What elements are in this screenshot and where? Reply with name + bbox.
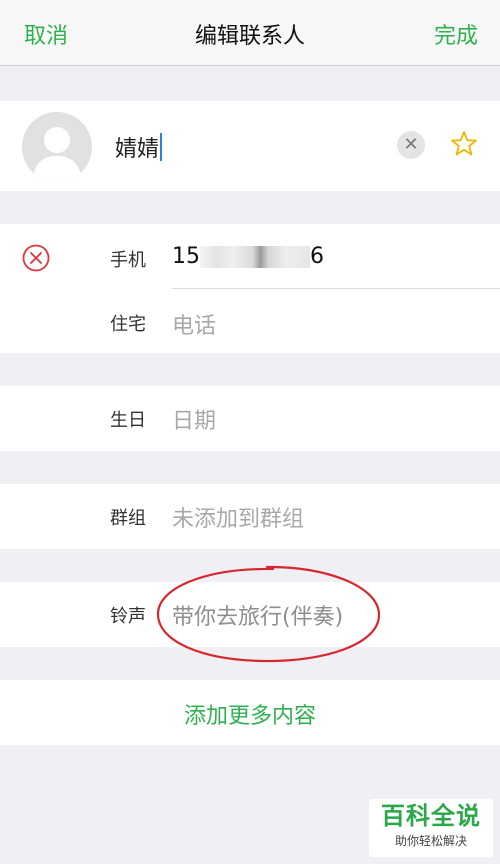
ringtone-row[interactable]: 铃声 带你去旅行(伴奏): [0, 582, 500, 647]
remove-phone-button[interactable]: [22, 244, 50, 272]
group-row[interactable]: 群组 未添加到群组: [0, 484, 500, 549]
group-value[interactable]: 未添加到群组: [172, 501, 304, 533]
phone-label: 手机: [110, 250, 146, 271]
clear-name-button[interactable]: ✕: [397, 131, 425, 159]
nav-bar: 取消 编辑联系人 完成: [0, 0, 500, 66]
watermark-subtitle: 助你轻松解决: [394, 834, 467, 848]
home-label: 住宅: [110, 314, 146, 335]
divider: [172, 288, 500, 289]
star-outline-icon: [451, 131, 477, 156]
phone-value-suffix: 6: [310, 244, 324, 269]
group-label: 群组: [110, 508, 146, 529]
name-input-value: 婧婧: [115, 137, 160, 162]
phone-card: 手机 15 6 住宅 电话: [0, 224, 500, 353]
close-icon: ✕: [403, 134, 419, 155]
ringtone-value[interactable]: 带你去旅行(伴奏): [172, 599, 343, 631]
redaction-mosaic: [200, 246, 310, 268]
page-title: 编辑联系人: [194, 24, 305, 49]
done-button[interactable]: 完成: [434, 18, 478, 50]
birthday-input[interactable]: 日期: [172, 403, 216, 435]
watermark-title: 百科全说: [381, 802, 481, 830]
favorite-button[interactable]: [450, 130, 478, 158]
watermark-logo: 百科全说 助你轻松解决: [369, 799, 493, 857]
name-card: 婧婧: [0, 101, 500, 191]
birthday-row[interactable]: 生日 日期: [0, 386, 500, 451]
text-cursor: [160, 133, 163, 161]
name-input[interactable]: 婧婧: [115, 131, 163, 163]
avatar[interactable]: [22, 112, 92, 182]
home-phone-input[interactable]: 电话: [172, 308, 216, 340]
add-more-button[interactable]: 添加更多内容: [0, 698, 500, 730]
remove-circle-icon: [22, 244, 50, 272]
birthday-label: 生日: [110, 410, 146, 431]
phone-input[interactable]: 15 6: [172, 244, 324, 269]
person-icon: [32, 127, 82, 182]
phone-value-prefix: 15: [172, 244, 200, 269]
ringtone-label: 铃声: [110, 606, 146, 627]
add-more-row[interactable]: 添加更多内容: [0, 680, 500, 745]
